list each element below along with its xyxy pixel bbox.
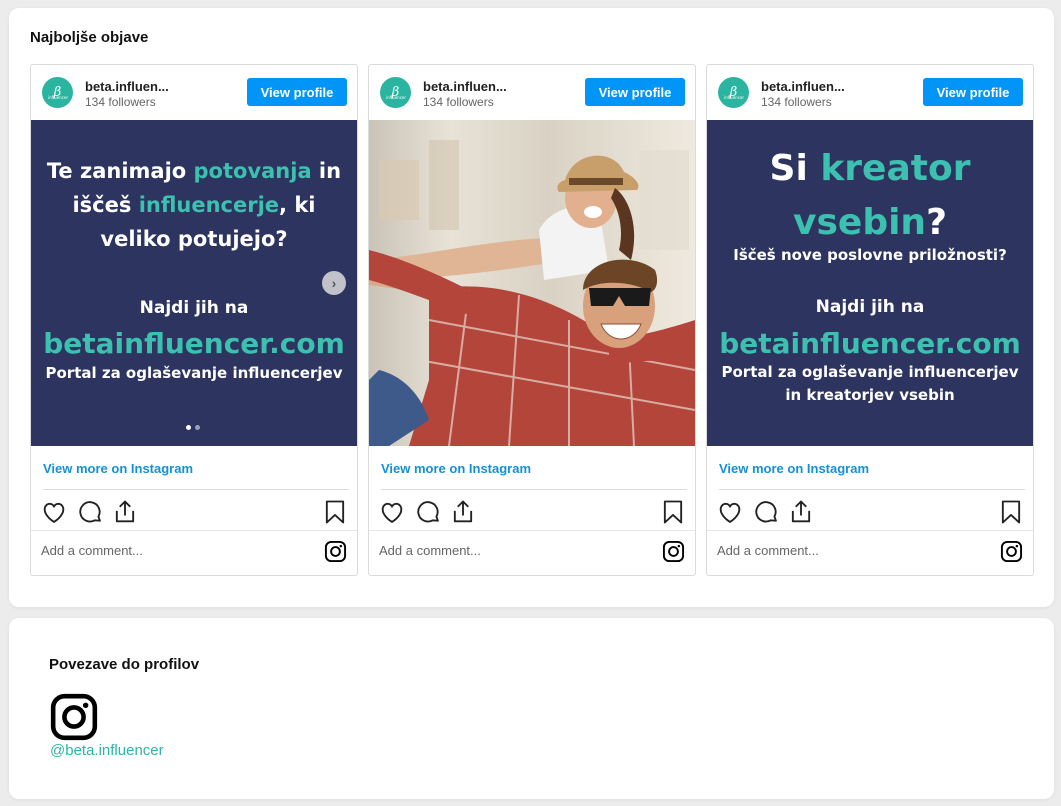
instagram-icon[interactable] bbox=[49, 692, 99, 742]
view-more-link[interactable]: View more on Instagram bbox=[43, 461, 193, 476]
share-icon[interactable] bbox=[449, 498, 477, 526]
avatar[interactable]: β influencer bbox=[718, 77, 749, 108]
comment-input[interactable] bbox=[41, 543, 301, 558]
bookmark-icon[interactable] bbox=[321, 498, 349, 526]
avatar[interactable]: β influencer bbox=[42, 77, 73, 108]
username[interactable]: beta.influen... bbox=[85, 79, 169, 94]
section-title: Najboljše objave bbox=[30, 29, 149, 46]
bookmark-icon[interactable] bbox=[997, 498, 1025, 526]
share-icon[interactable] bbox=[111, 498, 139, 526]
media-text-line: Portal za oglaševanje influencerjev bbox=[721, 363, 1019, 381]
heart-icon[interactable] bbox=[40, 498, 68, 526]
post-header: β influencer beta.influen... 134 follower… bbox=[369, 65, 695, 120]
instagram-icon[interactable] bbox=[1000, 540, 1023, 563]
media-text-line: Iščeš nove poslovne priložnosti? bbox=[733, 246, 1007, 264]
instagram-icon[interactable] bbox=[324, 540, 347, 563]
comment-icon[interactable] bbox=[414, 498, 442, 526]
post-header: β influencer beta.influen... 134 follower… bbox=[707, 65, 1033, 120]
couple-photo bbox=[369, 140, 695, 446]
username[interactable]: beta.influen... bbox=[423, 79, 507, 94]
post-image[interactable]: Si kreator vsebin? Iščeš nove poslovne p… bbox=[707, 120, 1033, 446]
avatar[interactable]: β influencer bbox=[380, 77, 411, 108]
profile-links-card: Povezave do profilov @beta.influencer bbox=[9, 618, 1054, 799]
comment-icon[interactable] bbox=[752, 498, 780, 526]
instagram-post: β influencer beta.influen... 134 follower… bbox=[368, 64, 696, 576]
instagram-handle-link[interactable]: @beta.influencer bbox=[50, 742, 164, 759]
media-text-line: iščeš influencerje, ki bbox=[72, 193, 316, 217]
bookmark-icon[interactable] bbox=[659, 498, 687, 526]
follower-count: 134 followers bbox=[423, 95, 494, 109]
comment-input[interactable] bbox=[379, 543, 639, 558]
media-text-line: Si kreator bbox=[769, 148, 971, 189]
follower-count: 134 followers bbox=[85, 95, 156, 109]
post-header: β influencer beta.influen... 134 follower… bbox=[31, 65, 357, 120]
media-text-line: in kreatorjev vsebin bbox=[785, 386, 955, 404]
view-profile-button[interactable]: View profile bbox=[585, 78, 685, 106]
instagram-post: β influencer beta.influen... 134 follower… bbox=[30, 64, 358, 576]
media-text-url: betainfluencer.com bbox=[719, 327, 1021, 360]
heart-icon[interactable] bbox=[716, 498, 744, 526]
comment-icon[interactable] bbox=[76, 498, 104, 526]
post-image[interactable]: Te zanimajo potovanja in iščeš influence… bbox=[31, 120, 357, 446]
chevron-right-icon[interactable]: › bbox=[322, 271, 346, 295]
follower-count: 134 followers bbox=[761, 95, 832, 109]
media-text-line: vsebin? bbox=[793, 202, 947, 243]
share-icon[interactable] bbox=[787, 498, 815, 526]
instagram-post: β influencer beta.influen... 134 follower… bbox=[706, 64, 1034, 576]
media-text-line: Najdi jih na bbox=[815, 297, 925, 317]
view-more-link[interactable]: View more on Instagram bbox=[719, 461, 869, 476]
view-more-link[interactable]: View more on Instagram bbox=[381, 461, 531, 476]
view-profile-button[interactable]: View profile bbox=[923, 78, 1023, 106]
media-text-line: veliko potujejo? bbox=[100, 227, 288, 251]
heart-icon[interactable] bbox=[378, 498, 406, 526]
view-profile-button[interactable]: View profile bbox=[247, 78, 347, 106]
instagram-icon[interactable] bbox=[662, 540, 685, 563]
media-text-line: Te zanimajo potovanja in bbox=[46, 159, 342, 183]
media-text-url: betainfluencer.com bbox=[43, 327, 345, 360]
section-title: Povezave do profilov bbox=[49, 656, 200, 673]
media-text-line: Najdi jih na bbox=[139, 298, 249, 318]
post-image[interactable] bbox=[369, 120, 695, 446]
media-text-line: Portal za oglaševanje influencerjev bbox=[45, 364, 343, 382]
carousel-dot bbox=[195, 425, 200, 430]
comment-input[interactable] bbox=[717, 543, 977, 558]
carousel-dot bbox=[186, 425, 191, 430]
username[interactable]: beta.influen... bbox=[761, 79, 845, 94]
best-posts-card: Najboljše objave β influencer beta.influe… bbox=[9, 8, 1054, 607]
carousel-dots bbox=[186, 425, 200, 430]
